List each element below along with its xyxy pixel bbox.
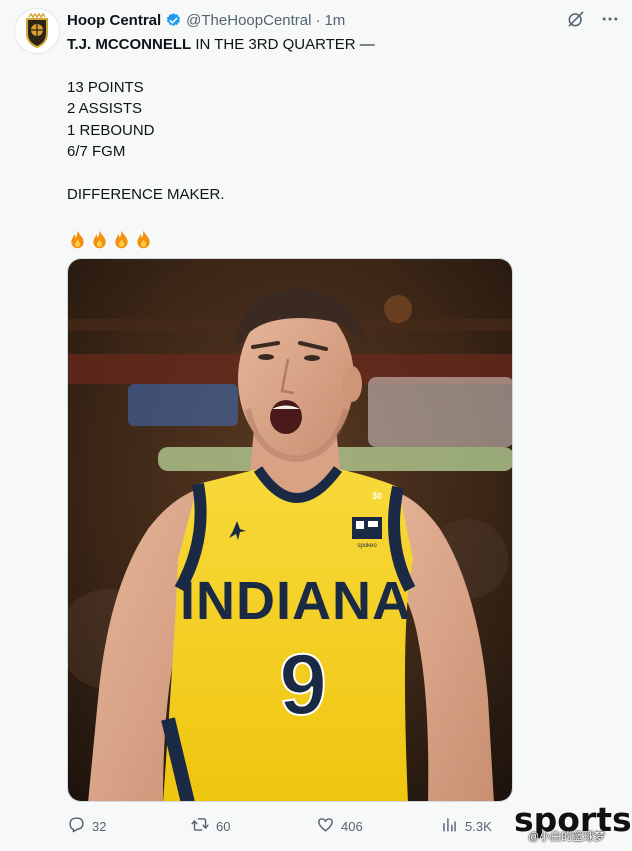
display-name[interactable]: Hoop Central — [67, 12, 161, 29]
fire-emoji — [111, 229, 132, 256]
watermark: sports @小白的篮球梦 — [512, 800, 632, 846]
like-count: 406 — [341, 818, 363, 834]
repost-button[interactable]: 60 — [190, 814, 230, 838]
grok-icon[interactable] — [566, 9, 586, 34]
views-button[interactable]: 5.3K — [440, 814, 492, 838]
stat-line: 6/7 FGM — [67, 143, 126, 161]
repost-count: 60 — [216, 818, 231, 834]
headline-line: T.J. MCCONNELL IN THE 3RD QUARTER — — [67, 34, 587, 55]
header-actions — [566, 9, 620, 34]
watermark-caption: @小白的篮球梦 — [528, 831, 606, 843]
stat-line: 2 ASSISTS — [67, 100, 143, 118]
fire-emoji — [133, 229, 154, 256]
separator-dot: · — [315, 11, 321, 29]
timestamp[interactable]: 1m — [324, 12, 345, 29]
tagline: DIFFERENCE MAKER. — [67, 185, 225, 203]
tweet-card[interactable]: Hoop Central @TheHoopCentral · 1m T.J. M… — [0, 0, 632, 851]
views-count: 5.3K — [465, 818, 492, 834]
headline-rest: IN THE 3RD QUARTER — — [191, 36, 375, 53]
reply-icon — [67, 815, 86, 837]
emoji-row — [67, 229, 587, 256]
reply-button[interactable]: 32 — [67, 814, 106, 838]
tweet-photo[interactable]: spokeo 30 INDIANA 9 — [67, 258, 513, 802]
jersey-wordmark: INDIANA — [180, 571, 412, 631]
stat-line: 13 POINTS — [67, 78, 144, 96]
stat-line: 1 REBOUND — [67, 121, 155, 139]
author-handle[interactable]: @TheHoopCentral — [186, 12, 311, 29]
reply-count: 32 — [92, 818, 107, 834]
views-icon — [440, 815, 459, 837]
tweet-body: T.J. MCCONNELL IN THE 3RD QUARTER — 13 P… — [67, 34, 587, 256]
player-photo: spokeo 30 INDIANA 9 — [68, 259, 512, 801]
like-button[interactable]: 406 — [316, 814, 363, 838]
avatar[interactable] — [14, 8, 60, 54]
fire-emoji — [89, 229, 110, 256]
fire-emoji — [67, 229, 88, 256]
jersey-number: 9 — [279, 637, 327, 733]
player-name: T.J. MCCONNELL — [67, 36, 192, 53]
more-icon[interactable] — [600, 9, 620, 34]
hoop-central-logo — [26, 12, 48, 49]
repost-icon — [190, 815, 210, 837]
like-icon — [316, 815, 335, 837]
collar-number: 30 — [372, 491, 382, 501]
tweet-header: Hoop Central @TheHoopCentral · 1m — [67, 9, 624, 31]
jersey-patch-text: spokeo — [357, 543, 377, 549]
verified-badge-icon — [165, 12, 182, 29]
